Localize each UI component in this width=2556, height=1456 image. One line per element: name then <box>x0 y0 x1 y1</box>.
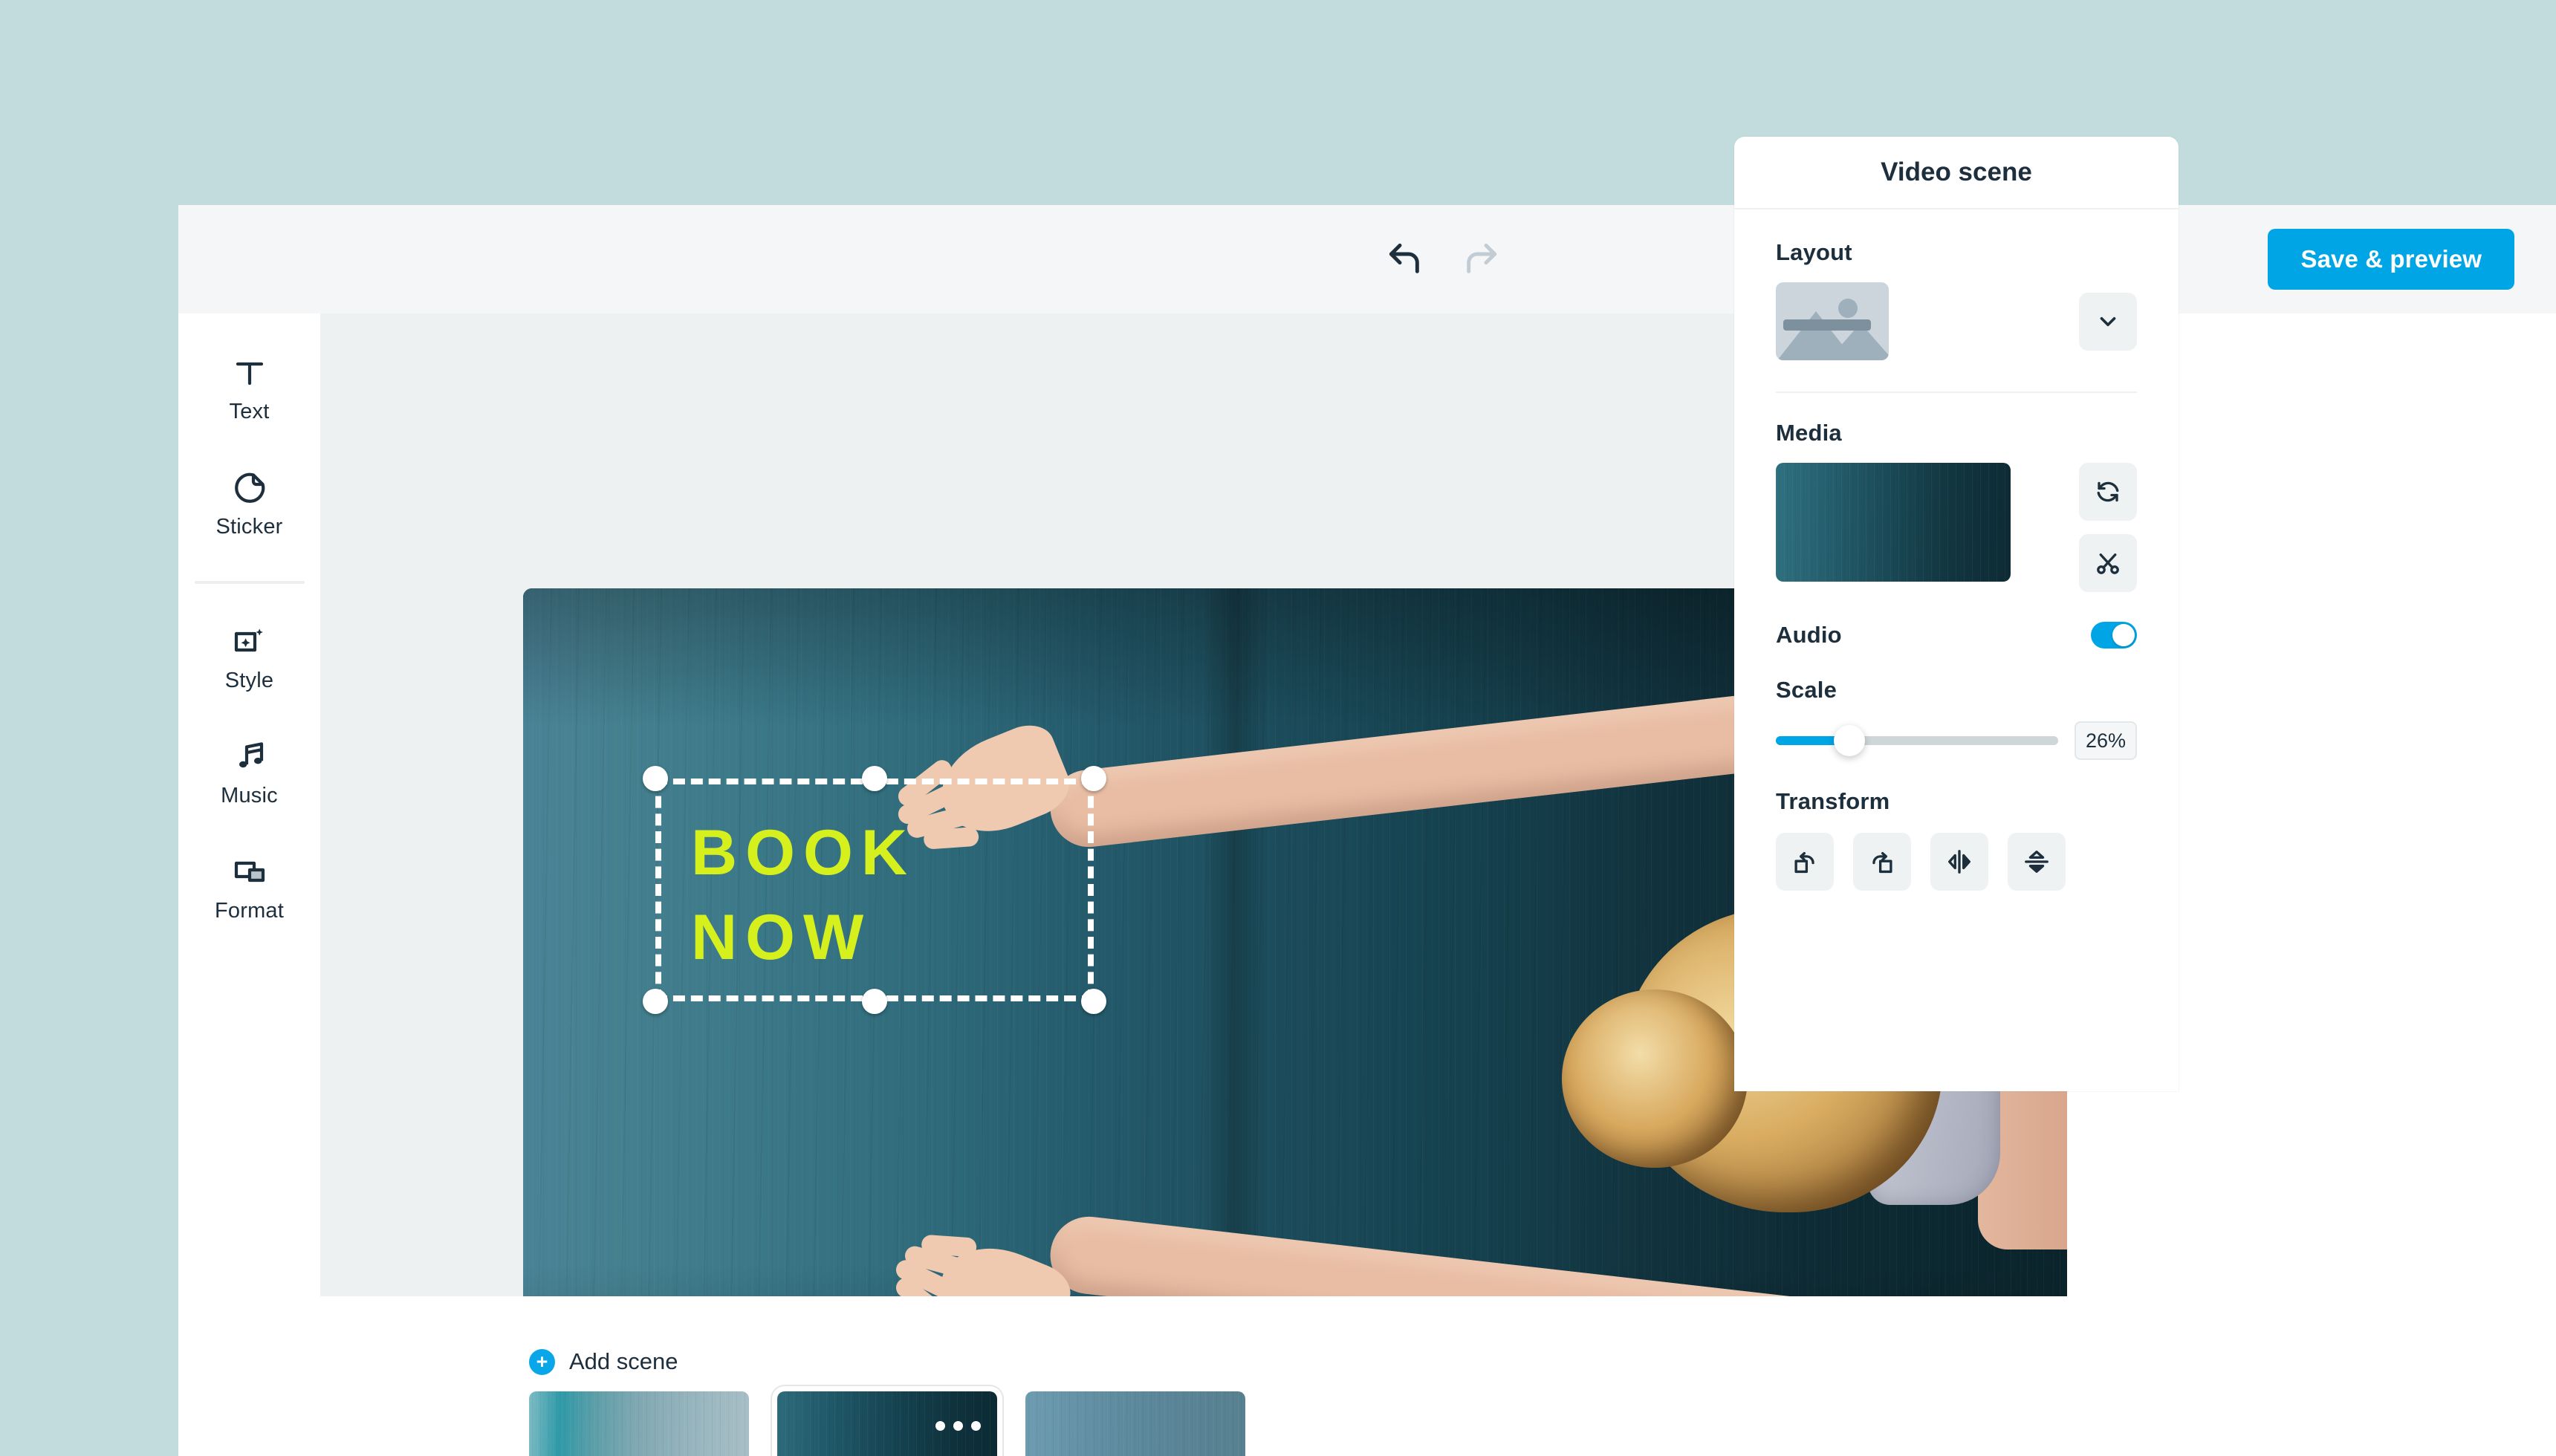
resize-handle-bottom-right[interactable] <box>1081 989 1106 1014</box>
layout-thumbnail[interactable] <box>1776 282 1889 360</box>
panel-title: Video scene <box>1734 137 2179 209</box>
trim-media-button[interactable] <box>2079 534 2137 592</box>
sidebar-item-text[interactable]: Text <box>178 336 320 441</box>
save-and-preview-button[interactable]: Save & preview <box>2268 229 2514 290</box>
hair-bun <box>1562 989 1748 1168</box>
selection-edge-left <box>655 779 661 1001</box>
media-heading: Media <box>1776 420 1842 446</box>
rotate-left-button[interactable] <box>1776 833 1834 891</box>
undo-arrow-icon <box>1389 243 1419 273</box>
text-t-icon <box>236 362 263 386</box>
format-layout-icon <box>234 861 265 883</box>
sidebar-item-label: Style <box>224 669 274 692</box>
resize-handle-bottom-left[interactable] <box>643 989 668 1014</box>
transform-heading: Transform <box>1776 788 1890 814</box>
redo-arrow-icon <box>1467 243 1497 273</box>
app-header: Save & preview <box>178 205 2556 313</box>
media-actions <box>2079 463 2137 592</box>
ellipsis-icon <box>953 1421 963 1431</box>
scene-thumbnail-2[interactable] <box>777 1391 997 1456</box>
thumb-texture <box>1025 1391 1245 1456</box>
thumb-texture <box>529 1391 749 1456</box>
transform-section: Transform <box>1776 788 2137 891</box>
plus-circle-icon: + <box>529 1348 555 1375</box>
rotate-right-button[interactable] <box>1853 833 1911 891</box>
add-scene-label: Add scene <box>569 1348 678 1374</box>
overlay-text[interactable]: BOOK NOW <box>691 811 1077 980</box>
selected-text-element[interactable]: BOOK NOW <box>643 766 1106 1014</box>
history-controls <box>1382 236 1504 282</box>
properties-panel: Video scene Layout Media Audio Scale 26%… <box>1734 137 2179 1091</box>
scale-label: Scale <box>1776 677 1837 703</box>
left-toolbar: Text Sticker Style Music Format <box>178 313 320 1456</box>
scene-menu-button[interactable] <box>935 1421 981 1431</box>
style-sparkle-image-icon <box>234 628 263 652</box>
audio-section: Audio <box>1776 622 2137 649</box>
ellipsis-icon <box>971 1421 981 1431</box>
flip-vertical-button[interactable] <box>2008 833 2066 891</box>
scene-thumbnail-1[interactable] <box>529 1391 749 1456</box>
sidebar-item-label: Music <box>221 784 278 807</box>
scale-slider-thumb[interactable] <box>1833 725 1865 756</box>
toggle-knob <box>2112 624 2135 646</box>
rotate-right-icon <box>1872 851 1892 874</box>
sidebar-item-label: Sticker <box>215 515 283 539</box>
resize-handle-top-right[interactable] <box>1081 766 1106 791</box>
panel-body: Layout Media Audio Scale 26% Transform <box>1734 209 2179 891</box>
redo-button[interactable] <box>1458 236 1504 282</box>
flip-vertical-icon <box>2025 851 2049 873</box>
scene-thumbnail-3[interactable] <box>1025 1391 1245 1456</box>
resize-handle-top-left[interactable] <box>643 766 668 791</box>
replace-media-button[interactable] <box>2079 463 2137 521</box>
scene-thumbnail-list <box>529 1391 1245 1456</box>
media-section: Media <box>1776 393 2137 592</box>
flip-horizontal-button[interactable] <box>1930 833 1988 891</box>
resize-handle-top-center[interactable] <box>862 766 887 791</box>
audio-toggle[interactable] <box>2091 622 2137 649</box>
sidebar-item-label: Text <box>229 400 270 423</box>
media-thumbnail[interactable] <box>1776 463 2011 582</box>
flip-horizontal-icon <box>1948 850 1970 874</box>
resize-handle-bottom-center[interactable] <box>862 989 887 1014</box>
image-placeholder-sun <box>1838 299 1858 318</box>
sidebar-item-sticker[interactable]: Sticker <box>178 451 320 556</box>
sidebar-item-format[interactable]: Format <box>178 835 320 940</box>
sidebar-item-music[interactable]: Music <box>178 720 320 825</box>
sticker-icon <box>234 472 265 503</box>
sidebar-item-style[interactable]: Style <box>178 605 320 709</box>
scene-strip: + Add scene <box>320 1296 2067 1456</box>
scissors-trim-icon <box>2097 553 2119 574</box>
undo-button[interactable] <box>1382 236 1428 282</box>
layout-heading: Layout <box>1776 239 1852 265</box>
chevron-down-icon <box>2100 316 2116 326</box>
audio-label: Audio <box>1776 622 1842 648</box>
ellipsis-icon <box>935 1421 945 1431</box>
media-thumb-texture <box>1776 463 2011 582</box>
sidebar-divider <box>194 581 305 584</box>
rotate-left-icon <box>1794 851 1814 874</box>
add-scene-button[interactable]: + Add scene <box>529 1348 678 1375</box>
image-placeholder-text-bar <box>1783 319 1871 331</box>
scale-slider-track[interactable] <box>1776 725 2058 756</box>
scale-value-field[interactable]: 26% <box>2075 721 2137 760</box>
replace-refresh-icon <box>2097 481 2119 502</box>
music-notes-icon <box>239 742 263 768</box>
selection-edge-right <box>1088 779 1094 1001</box>
layout-expand-button[interactable] <box>2079 292 2137 351</box>
scale-section: Scale 26% <box>1776 677 2137 760</box>
layout-section: Layout <box>1776 209 2137 360</box>
app-window: Save & preview Text Sticker Style Music … <box>178 205 2556 1456</box>
sidebar-item-label: Format <box>214 899 285 923</box>
